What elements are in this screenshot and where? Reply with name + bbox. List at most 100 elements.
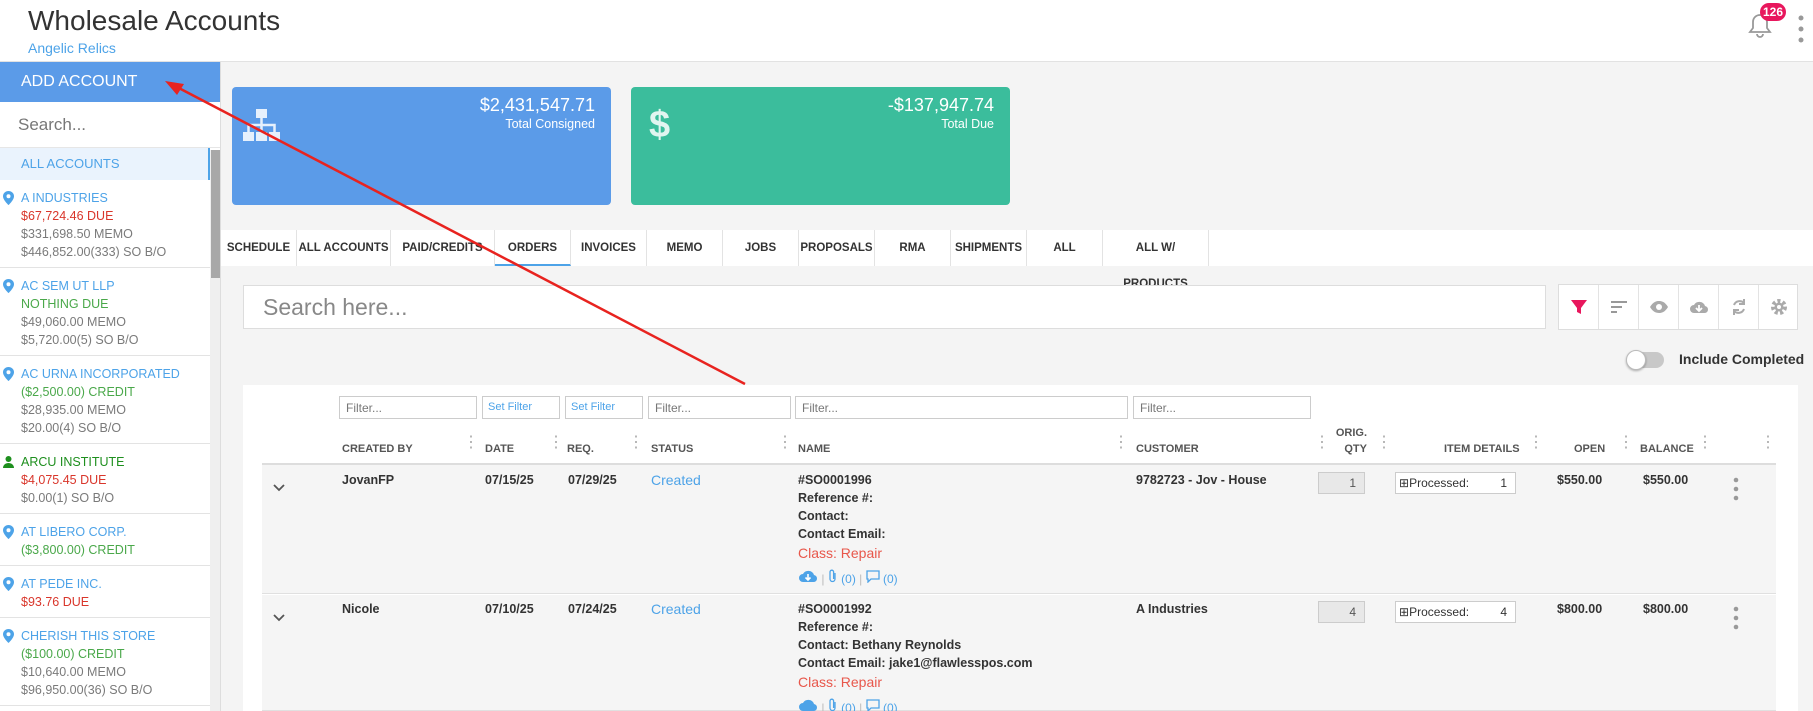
table-row[interactable]: JovanFP 07/15/25 07/29/25 Created #SO000… — [262, 465, 1776, 594]
processed-field[interactable]: ⊞Processed: 1 — [1395, 472, 1516, 494]
tab-paid-credits[interactable]: PAID/CREDITS — [391, 230, 495, 266]
order-class: Class: Repair — [798, 674, 883, 690]
sort-button[interactable] — [1599, 285, 1639, 329]
tab-invoices[interactable]: INVOICES — [571, 230, 647, 266]
processed-field[interactable]: ⊞Processed: 4 — [1395, 601, 1516, 623]
paperclip-icon[interactable] — [828, 698, 838, 711]
add-account-button[interactable]: ADD ACCOUNT — [0, 62, 220, 102]
more-vertical-icon[interactable] — [1796, 14, 1806, 44]
order-number[interactable]: #SO0001996 — [798, 473, 872, 487]
include-completed-toggle[interactable] — [1626, 350, 1664, 370]
tab-memo[interactable]: MEMO — [647, 230, 723, 266]
account-name[interactable]: AC URNA INCORPORATED — [21, 365, 210, 383]
columns-visibility-button[interactable] — [1639, 285, 1679, 329]
chevron-down-icon[interactable] — [272, 483, 286, 493]
tab-all-with-products[interactable]: ALL W/ PRODUCTS — [1103, 230, 1209, 290]
attachment-count[interactable]: (0) — [841, 572, 856, 586]
tab-all-accounts[interactable]: ALL ACCOUNTS — [297, 230, 391, 266]
col-date[interactable]: DATE — [485, 443, 514, 455]
sidebar-scrollbar[interactable] — [210, 150, 220, 711]
col-balance[interactable]: BALANCE — [1640, 443, 1694, 455]
tab-proposals[interactable]: PROPOSALS — [799, 230, 875, 266]
filter-status[interactable] — [648, 396, 791, 419]
account-name[interactable]: A INDUSTRIES — [21, 189, 210, 207]
list-item[interactable]: AC URNA INCORPORATED ($2,500.00) CREDIT … — [0, 356, 210, 444]
settings-button[interactable] — [1759, 285, 1799, 329]
refresh-button[interactable] — [1719, 285, 1759, 329]
account-name[interactable]: ARCU INSTITUTE — [21, 453, 210, 471]
account-name[interactable]: AT LIBERO CORP. — [21, 523, 210, 541]
chevron-down-icon[interactable] — [272, 613, 286, 623]
column-menu-icon[interactable]: ⋮ — [1376, 435, 1392, 458]
toggle-knob[interactable] — [1626, 350, 1646, 370]
comment-icon[interactable] — [865, 569, 880, 584]
orders-search-input[interactable] — [243, 285, 1546, 329]
attachment-count[interactable]: (0) — [841, 701, 856, 711]
filter-created-by[interactable] — [339, 396, 477, 419]
col-orig[interactable]: ORIG. — [1335, 427, 1367, 439]
tab-all[interactable]: ALL — [1027, 230, 1103, 266]
account-list: A INDUSTRIES $67,724.46 DUE $331,698.50 … — [0, 180, 210, 706]
column-menu-icon[interactable]: ⋮ — [1314, 435, 1330, 458]
paperclip-icon[interactable] — [828, 569, 838, 583]
account-name[interactable]: CHERISH THIS STORE — [21, 627, 210, 645]
col-name[interactable]: NAME — [798, 443, 830, 455]
cloud-download-icon[interactable] — [798, 698, 818, 711]
tab-schedule[interactable]: SCHEDULE — [221, 230, 297, 266]
col-created-by[interactable]: CREATED BY — [342, 443, 413, 455]
status-link[interactable]: Created — [651, 601, 701, 617]
filter-name[interactable] — [795, 396, 1128, 419]
list-item[interactable]: AC SEM UT LLP NOTHING DUE $49,060.00 MEM… — [0, 268, 210, 356]
col-qty[interactable]: QTY — [1335, 443, 1367, 455]
filter-date-set[interactable]: Set Filter — [482, 396, 560, 419]
column-menu-icon[interactable]: ⋮ — [777, 435, 793, 458]
comment-icon[interactable] — [865, 698, 880, 711]
column-menu-icon[interactable]: ⋮ — [1697, 435, 1713, 458]
list-item[interactable]: AT LIBERO CORP. ($3,800.00) CREDIT — [0, 514, 210, 566]
tab-orders[interactable]: ORDERS — [495, 230, 571, 266]
order-number[interactable]: #SO0001992 — [798, 602, 872, 616]
col-item-details[interactable]: ITEM DETAILS — [1444, 443, 1520, 455]
column-menu-icon[interactable]: ⋮ — [548, 435, 564, 458]
column-menu-icon[interactable]: ⋮ — [463, 435, 479, 458]
balance-amount: $800.00 — [1643, 602, 1689, 616]
export-button[interactable] — [1679, 285, 1719, 329]
tab-shipments[interactable]: SHIPMENTS — [951, 230, 1027, 266]
cloud-download-icon — [1690, 301, 1709, 314]
column-menu-icon[interactable]: ⋮ — [1760, 435, 1776, 458]
account-name[interactable]: AC SEM UT LLP — [21, 277, 210, 295]
customer-name[interactable]: 9782723 - Jov - House — [1136, 473, 1267, 487]
status-link[interactable]: Created — [651, 472, 701, 488]
col-status[interactable]: STATUS — [651, 443, 693, 455]
column-menu-icon[interactable]: ⋮ — [1528, 435, 1544, 458]
list-item[interactable]: A INDUSTRIES $67,724.46 DUE $331,698.50 … — [0, 180, 210, 268]
column-menu-icon[interactable]: ⋮ — [628, 435, 644, 458]
list-item[interactable]: AT PEDE INC. $93.76 DUE — [0, 566, 210, 618]
filter-req-set[interactable]: Set Filter — [565, 396, 643, 419]
customer-name[interactable]: A Industries — [1136, 602, 1208, 616]
store-name-link[interactable]: Angelic Relics — [28, 40, 116, 56]
list-item[interactable]: ARCU INSTITUTE $4,075.45 DUE $0.00(1) SO… — [0, 444, 210, 514]
col-req[interactable]: REQ. — [567, 443, 594, 455]
account-search-input[interactable] — [0, 102, 220, 148]
plus-square-icon: ⊞ — [1399, 476, 1410, 490]
account-name[interactable]: AT PEDE INC. — [21, 575, 210, 593]
comment-count[interactable]: (0) — [883, 701, 898, 711]
tab-jobs[interactable]: JOBS — [723, 230, 799, 266]
col-customer[interactable]: CUSTOMER — [1136, 443, 1199, 455]
row-more-icon[interactable] — [1731, 477, 1741, 501]
cloud-download-icon[interactable] — [798, 569, 818, 583]
column-menu-icon[interactable]: ⋮ — [1618, 435, 1634, 458]
scrollbar-thumb[interactable] — [211, 150, 220, 278]
filter-customer[interactable] — [1133, 396, 1311, 419]
filter-button[interactable] — [1559, 285, 1599, 329]
all-accounts-filter[interactable]: ALL ACCOUNTS — [0, 148, 210, 180]
table-row[interactable]: Nicole 07/10/25 07/24/25 Created #SO0001… — [262, 595, 1776, 711]
list-item[interactable]: CHERISH THIS STORE ($100.00) CREDIT $10,… — [0, 618, 210, 706]
column-menu-icon[interactable]: ⋮ — [1113, 435, 1129, 458]
comment-count[interactable]: (0) — [883, 572, 898, 586]
col-open[interactable]: OPEN — [1574, 443, 1605, 455]
tab-rma[interactable]: RMA — [875, 230, 951, 266]
refresh-icon — [1733, 299, 1745, 315]
row-more-icon[interactable] — [1731, 606, 1741, 630]
